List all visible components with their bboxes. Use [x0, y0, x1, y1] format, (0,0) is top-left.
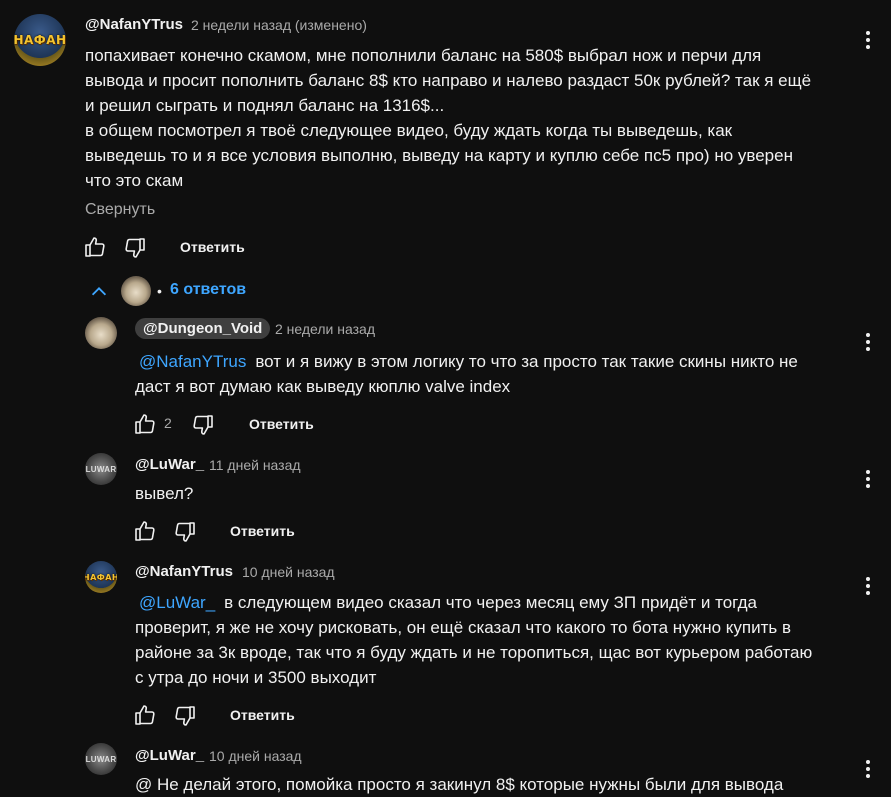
- comment-line: попахивает конечно скамом, мне пополнили…: [85, 46, 762, 65]
- comment-author[interactable]: @Dungeon_Void: [135, 318, 271, 339]
- comment-line: вывода и просит пополнить баланс 8$ кто …: [85, 71, 812, 90]
- comment-time[interactable]: 2 недели назад: [275, 321, 375, 337]
- comment-line: что это скам: [85, 171, 184, 190]
- comment-line: в общем посмотрел я твоё следующее видео…: [85, 121, 733, 140]
- comment-line: @ Не делай этого, помойка просто я закин…: [135, 775, 784, 794]
- dislike-icon[interactable]: [173, 704, 197, 728]
- chevron-up-icon[interactable]: [88, 281, 110, 303]
- comment-line: районе за 3к вроде, так что я буду ждать…: [135, 643, 813, 662]
- like-count: 2: [164, 415, 172, 431]
- like-icon[interactable]: [133, 703, 157, 727]
- more-actions-icon[interactable]: [856, 330, 880, 354]
- more-actions-icon[interactable]: [856, 574, 880, 598]
- like-icon[interactable]: [133, 519, 157, 543]
- reply-button[interactable]: Ответить: [180, 239, 245, 255]
- avatar-label: LUWAR: [85, 754, 117, 764]
- avatar-label: LUWAR: [85, 464, 117, 474]
- comment-line: вывел?: [135, 484, 194, 503]
- replies-separator: •: [157, 283, 162, 299]
- like-icon[interactable]: [83, 235, 107, 259]
- more-actions-icon[interactable]: [856, 467, 880, 491]
- more-actions-icon[interactable]: [856, 28, 880, 52]
- comment-text: @NafanYTrus вот и я вижу в этом логику то…: [135, 349, 855, 399]
- avatar[interactable]: LUWAR: [85, 453, 117, 485]
- dislike-icon[interactable]: [191, 413, 215, 437]
- comment-text: @LuWar_ в следующем видео сказал что чере…: [135, 590, 855, 690]
- mention-link[interactable]: @LuWar_: [139, 593, 215, 612]
- more-actions-icon[interactable]: [856, 757, 880, 781]
- avatar[interactable]: [85, 317, 117, 349]
- mention-link[interactable]: @NafanYTrus: [139, 352, 246, 371]
- comment-text: @ Не делай этого, помойка просто я закин…: [135, 772, 855, 797]
- avatar[interactable]: НАФАН: [85, 561, 117, 593]
- comment-author[interactable]: @LuWar_: [135, 456, 204, 473]
- dislike-icon[interactable]: [173, 520, 197, 544]
- comment-text: попахивает конечно скамом, мне пополнили…: [85, 43, 875, 193]
- comment-time[interactable]: 10 дней назад: [209, 748, 302, 764]
- avatar-label: НАФАН: [85, 572, 117, 582]
- reply-button[interactable]: Ответить: [230, 707, 295, 723]
- comment-line: даст я вот думаю как выведу кюплю valve …: [135, 377, 511, 396]
- avatar[interactable]: LUWAR: [85, 743, 117, 775]
- avatar[interactable]: НАФАН: [14, 14, 66, 66]
- comment-line: вот и я вижу в этом логику то что за про…: [255, 352, 798, 371]
- comment-text: вывел?: [135, 481, 193, 506]
- reply-button[interactable]: Ответить: [230, 523, 295, 539]
- comment-line: с утра до ночи и 3500 выходит: [135, 668, 377, 687]
- replies-toggle-button[interactable]: 6 ответов: [170, 281, 246, 299]
- comment-author[interactable]: @LuWar_: [135, 747, 204, 764]
- comment-time[interactable]: 2 недели назад (изменено): [191, 17, 367, 33]
- comment-time[interactable]: 10 дней назад: [242, 564, 335, 580]
- comment-line: проверит, я же не хочу рисковать, он ещё…: [135, 618, 792, 637]
- reply-button[interactable]: Ответить: [249, 416, 314, 432]
- comment-line: выведешь то и я все условия выполню, выв…: [85, 146, 793, 165]
- comment-line: и решил сыграть и поднял баланс на 1316$…: [85, 96, 445, 115]
- like-icon[interactable]: [133, 412, 157, 436]
- comment-time[interactable]: 11 дней назад: [209, 457, 301, 473]
- avatar-label: НАФАН: [14, 33, 66, 47]
- comment-author[interactable]: @NafanYTrus: [85, 16, 183, 33]
- collapse-button[interactable]: Свернуть: [85, 201, 155, 219]
- replies-avatar: [121, 276, 151, 306]
- comment-line: в следующем видео сказал что через месяц…: [224, 593, 757, 612]
- comment-author[interactable]: @NafanYTrus: [135, 563, 233, 580]
- dislike-icon[interactable]: [123, 236, 147, 260]
